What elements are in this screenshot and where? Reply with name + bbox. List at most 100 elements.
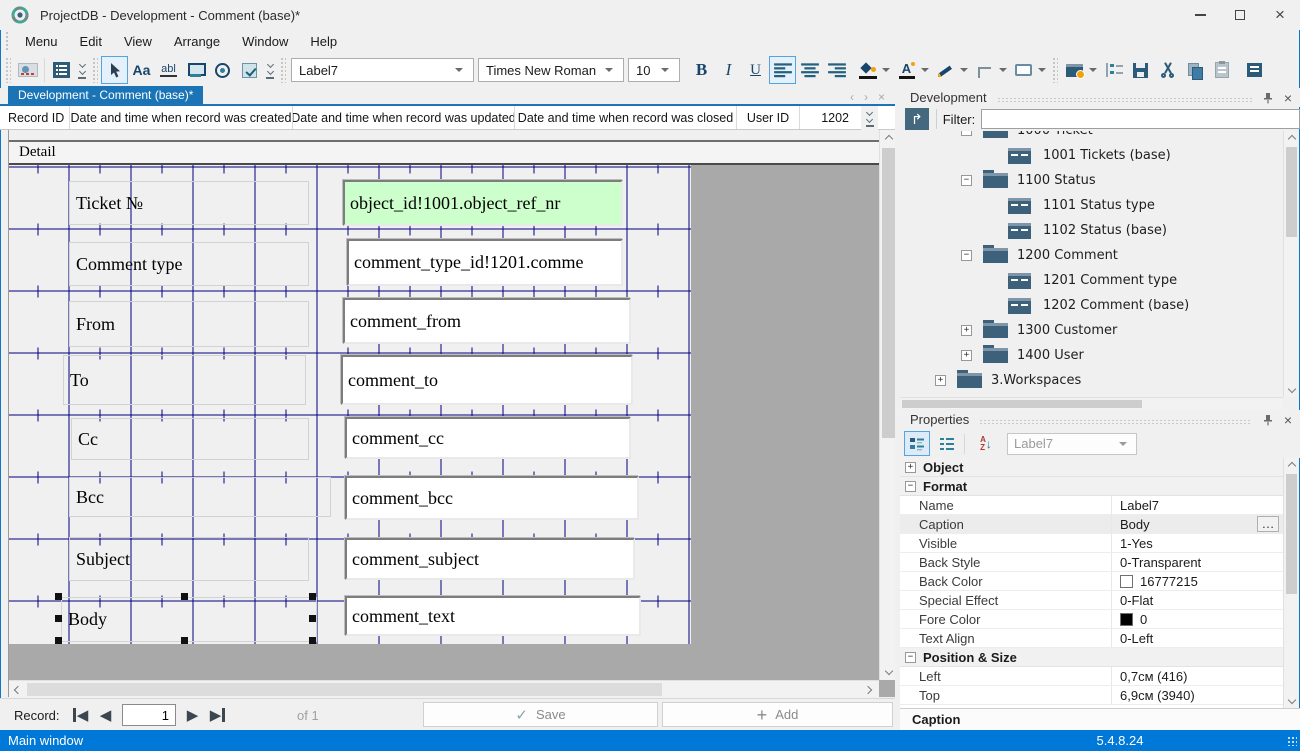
label-tool-button[interactable]: Aa xyxy=(128,56,155,84)
back-color-dropdown[interactable] xyxy=(882,68,890,72)
first-record-button[interactable]: ◀ xyxy=(68,703,93,727)
property-section-position-size[interactable]: − Position & Size xyxy=(900,648,1283,667)
categorized-view-button[interactable] xyxy=(904,431,930,456)
close-button[interactable]: × xyxy=(1260,1,1300,29)
tab-close-icon[interactable]: × xyxy=(878,90,885,104)
border-style-dropdown[interactable] xyxy=(999,68,1007,72)
designer-field[interactable]: comment_to xyxy=(341,355,633,405)
tab-development-comment[interactable]: Development - Comment (base)* xyxy=(8,86,203,104)
property-section-object[interactable]: + Object xyxy=(900,458,1283,477)
expand-icon[interactable]: + xyxy=(961,325,972,336)
tree-item-1201-comment-type[interactable]: 1201 Comment type xyxy=(900,268,1283,293)
alphabetical-view-button[interactable] xyxy=(934,431,960,456)
property-value[interactable]: 0 xyxy=(1140,612,1147,627)
properties-vertical-scrollbar[interactable] xyxy=(1283,458,1298,708)
property-row-visible[interactable]: Visible 1-Yes xyxy=(900,534,1283,553)
subform-tool-button[interactable] xyxy=(182,56,209,84)
menu-item-window[interactable]: Window xyxy=(231,32,299,51)
panel-drag-texture[interactable] xyxy=(979,419,1252,425)
next-record-button[interactable]: ▶ xyxy=(180,703,205,727)
property-value[interactable]: Label7 xyxy=(1120,498,1159,513)
designer-field[interactable]: comment_subject xyxy=(345,538,635,580)
property-row-top[interactable]: Top 6,9см (3940) xyxy=(900,686,1283,705)
copy-button[interactable] xyxy=(1181,56,1208,84)
checkbox-tool-button[interactable] xyxy=(236,56,263,84)
selection-handle[interactable] xyxy=(309,637,316,644)
property-value[interactable]: 6,9см (3940) xyxy=(1120,688,1195,703)
font-size-combo[interactable]: 10 xyxy=(628,58,680,82)
tree-item-1102-status-base[interactable]: 1102 Status (base) xyxy=(900,218,1283,243)
border-color-dropdown[interactable] xyxy=(960,68,968,72)
property-row-special-effect[interactable]: Special Effect 0-Flat xyxy=(900,591,1283,610)
expand-icon[interactable]: + xyxy=(935,375,946,386)
designer-field[interactable]: comment_bcc xyxy=(345,476,639,520)
property-value[interactable]: 1-Yes xyxy=(1120,536,1153,551)
property-row-text-align[interactable]: Text Align 0-Left xyxy=(900,629,1283,648)
last-record-button[interactable]: ▶ xyxy=(205,703,230,727)
selection-handle[interactable] xyxy=(309,615,316,622)
expand-icon[interactable]: + xyxy=(905,462,916,473)
object-selector-combo[interactable]: Label7 xyxy=(291,58,474,82)
toolbar-grip[interactable] xyxy=(5,57,11,83)
toolbar-grip[interactable] xyxy=(92,57,98,83)
minimize-button[interactable] xyxy=(1180,1,1220,29)
selection-handle[interactable] xyxy=(55,615,62,622)
selection-handle[interactable] xyxy=(55,637,62,644)
tab-scroll-right-icon[interactable]: › xyxy=(864,90,868,104)
column-closed[interactable]: Date and time when record was closed xyxy=(515,106,737,129)
paste-button[interactable] xyxy=(1208,56,1235,84)
selection-handle[interactable] xyxy=(309,593,316,600)
textbox-tool-button[interactable]: abl xyxy=(155,56,182,84)
maximize-button[interactable] xyxy=(1220,1,1260,29)
toolbar-grip[interactable] xyxy=(280,57,286,83)
pointer-tool-button[interactable] xyxy=(101,56,128,84)
column-updated[interactable]: Date and time when record was updated xyxy=(293,106,515,129)
field-list-button[interactable] xyxy=(1100,56,1127,84)
scrollbar-thumb[interactable] xyxy=(1286,474,1297,594)
border-style-button[interactable] xyxy=(971,56,998,84)
more-tools-button[interactable] xyxy=(263,62,277,79)
locate-object-button[interactable]: ↱ xyxy=(905,108,929,130)
sort-az-button[interactable]: AZ ↓ xyxy=(973,431,999,456)
bold-button[interactable]: B xyxy=(688,56,715,84)
collapse-icon[interactable]: − xyxy=(961,131,972,136)
column-created[interactable]: Date and time when record was created xyxy=(70,106,293,129)
pin-icon[interactable] xyxy=(1260,412,1276,428)
selection-handle[interactable] xyxy=(181,637,188,644)
font-family-combo[interactable]: Times New Roman xyxy=(478,58,624,82)
detail-band-header[interactable]: Detail xyxy=(9,140,879,165)
expand-icon[interactable]: + xyxy=(961,350,972,361)
scrollbar-thumb[interactable] xyxy=(1286,147,1297,237)
collapse-icon[interactable]: − xyxy=(905,652,916,663)
designer-field[interactable]: comment_text xyxy=(345,596,641,636)
column-1202[interactable]: 1202 xyxy=(800,106,861,129)
align-right-button[interactable] xyxy=(823,56,850,84)
save-record-button[interactable]: ✓ Save xyxy=(423,702,658,727)
property-value[interactable]: 16777215 xyxy=(1140,574,1198,589)
designer-label[interactable]: From xyxy=(69,301,309,347)
designer-field[interactable]: object_id!1001.object_ref_nr xyxy=(343,180,623,226)
add-record-button[interactable]: + Add xyxy=(662,702,893,727)
scroll-up-icon[interactable] xyxy=(1284,460,1299,472)
frame-tool-dropdown[interactable] xyxy=(1038,68,1046,72)
menu-grip[interactable] xyxy=(4,30,10,52)
designer-label[interactable]: To xyxy=(63,355,306,405)
collapse-icon[interactable]: − xyxy=(905,481,916,492)
designer-label[interactable]: Comment type xyxy=(69,242,309,286)
tree-vertical-scrollbar[interactable] xyxy=(1283,131,1298,397)
record-number-input[interactable] xyxy=(122,704,176,726)
tree-item-1000-ticket[interactable]: − 1000 Ticket xyxy=(900,131,1283,143)
property-row-back-style[interactable]: Back Style 0-Transparent xyxy=(900,553,1283,572)
panel-drag-texture[interactable] xyxy=(997,97,1252,103)
save-button[interactable] xyxy=(1127,56,1154,84)
collapse-icon[interactable]: − xyxy=(961,250,972,261)
property-value[interactable]: 0-Transparent xyxy=(1120,555,1201,570)
header-overflow-button[interactable] xyxy=(861,106,878,130)
property-value[interactable]: 0-Left xyxy=(1120,631,1153,646)
align-left-button[interactable] xyxy=(769,56,796,84)
pin-icon[interactable] xyxy=(1260,90,1276,106)
property-value[interactable]: 0,7см (416) xyxy=(1120,669,1187,684)
scroll-left-icon[interactable] xyxy=(11,681,25,698)
designer-vertical-scrollbar[interactable] xyxy=(879,130,896,680)
ellipsis-editor-button[interactable]: … xyxy=(1257,516,1279,532)
